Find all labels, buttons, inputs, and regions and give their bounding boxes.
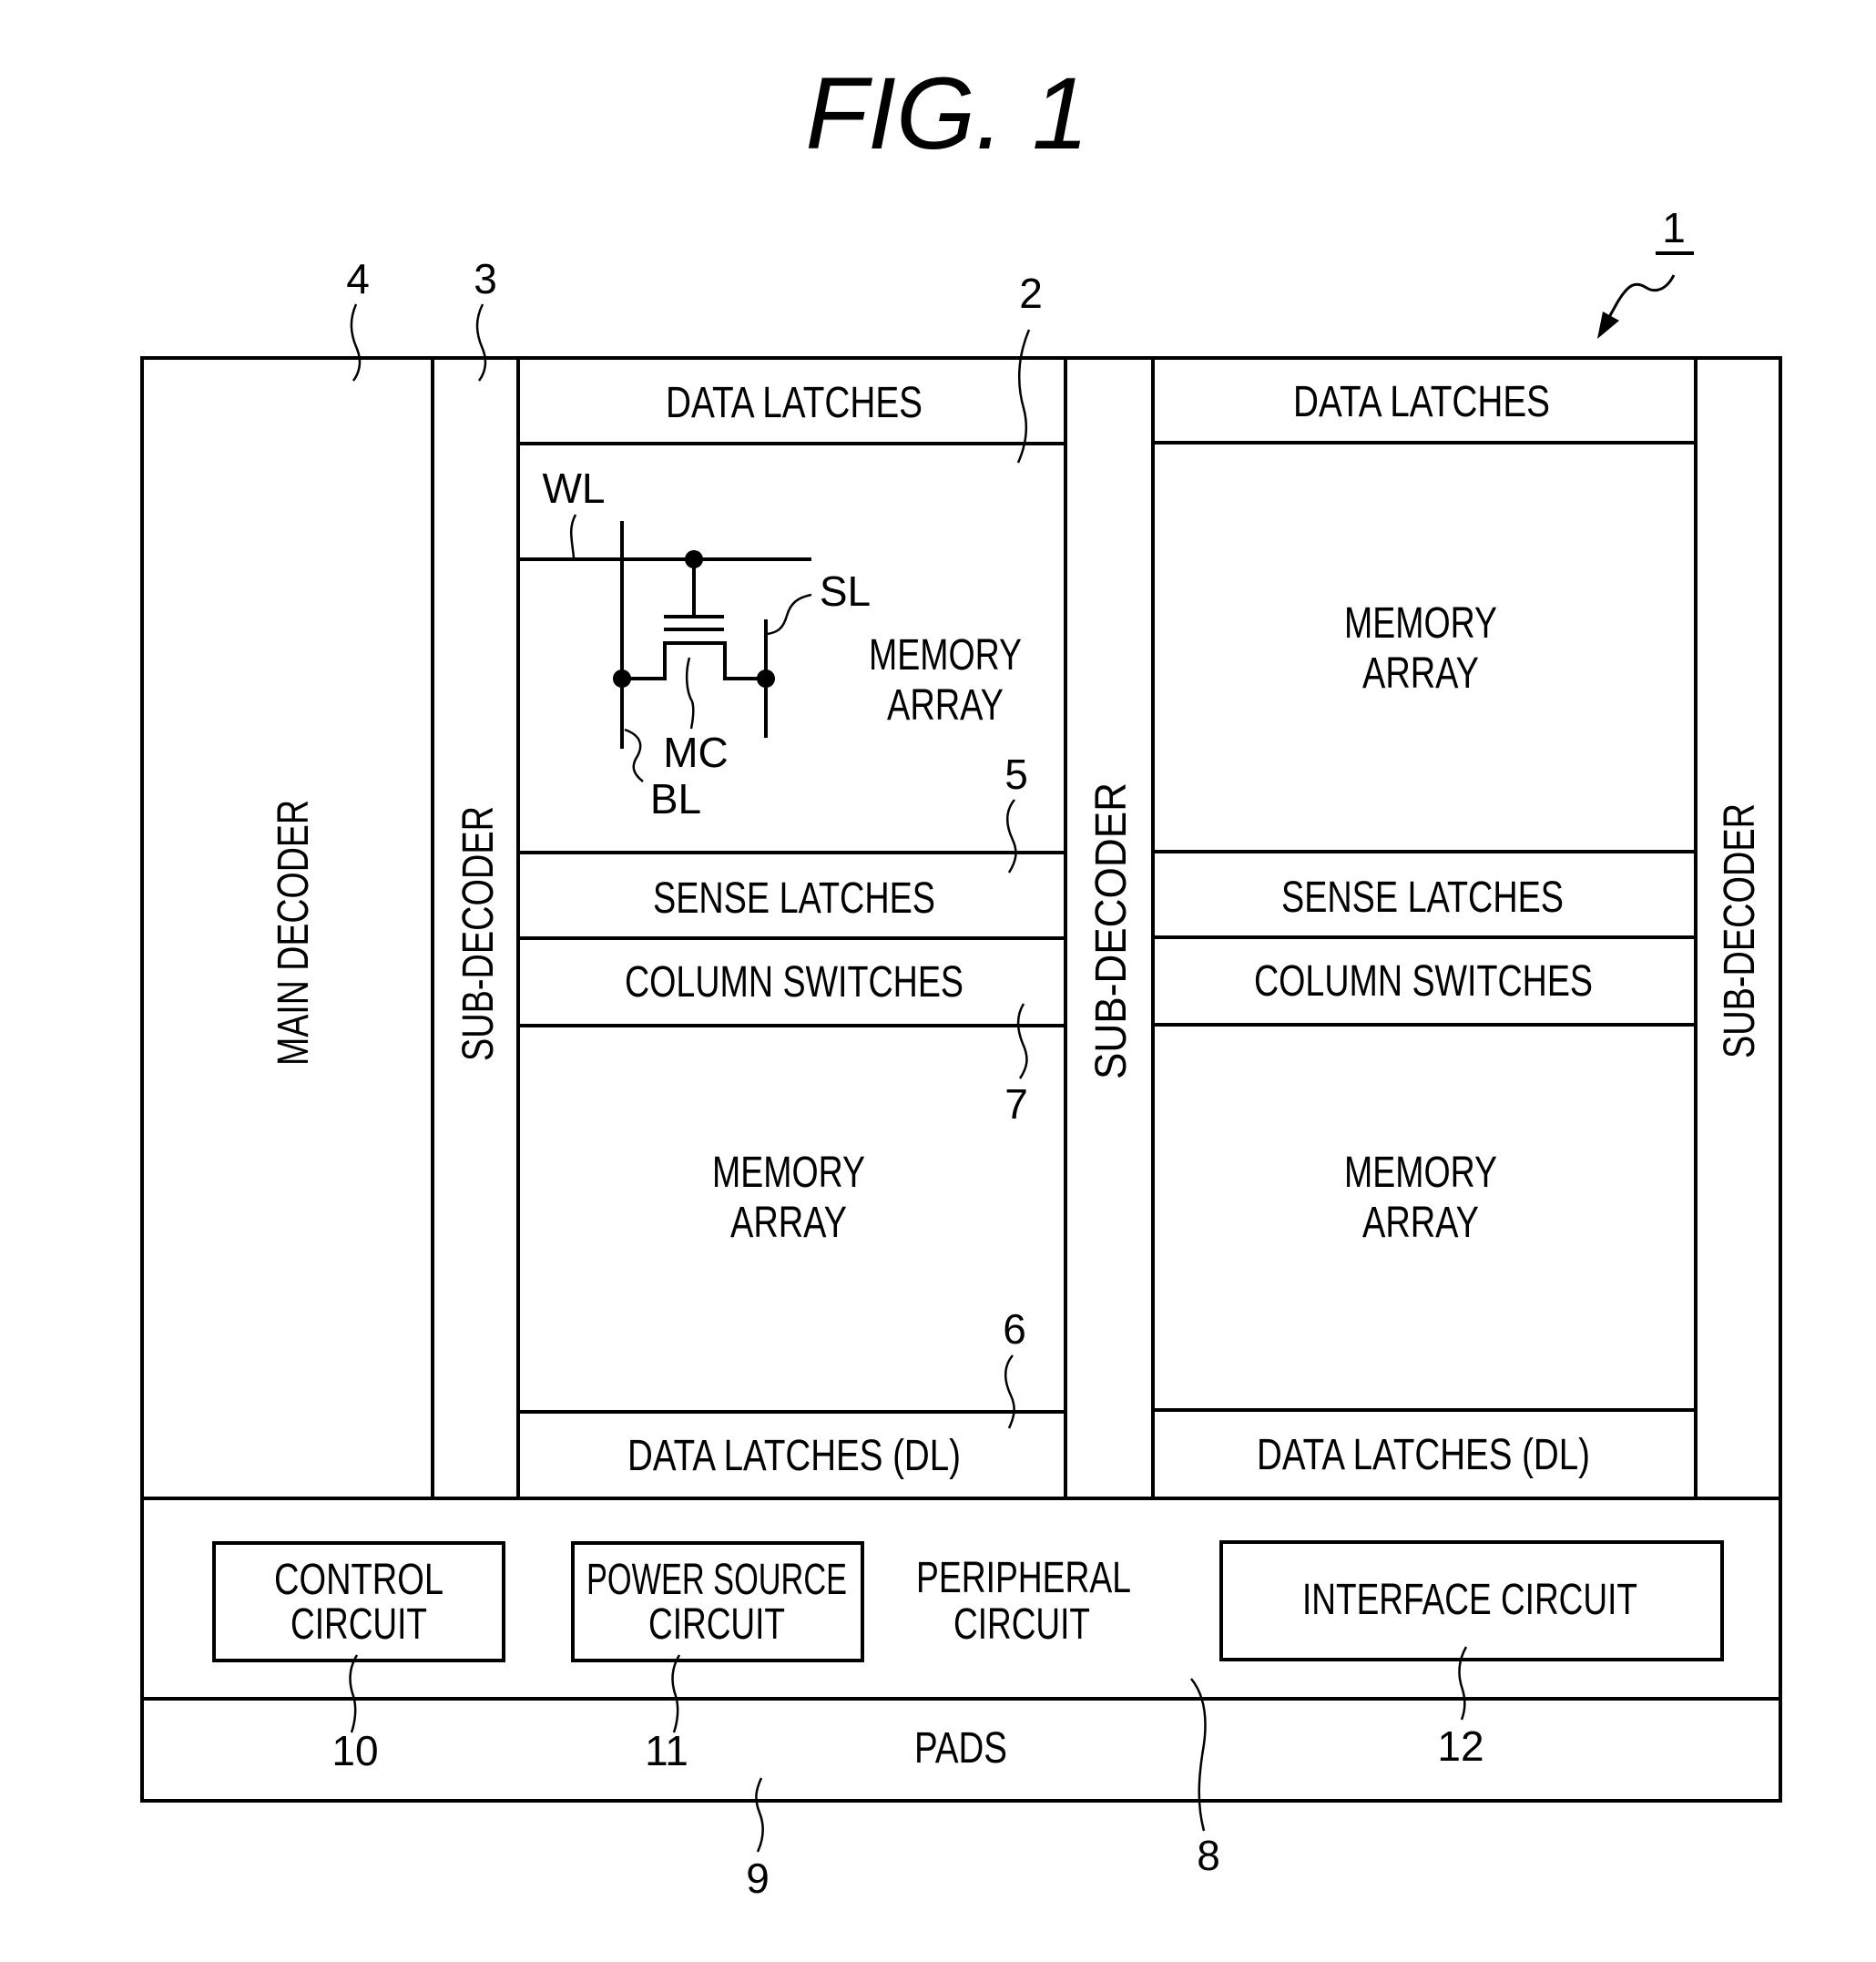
right-data-latches-top-label: DATA LATCHES — [1293, 378, 1550, 426]
ref-power-source-11: 11 — [645, 1727, 688, 1774]
ref-column-switches-7: 7 — [1004, 1080, 1028, 1128]
ref-3-leader — [475, 303, 487, 382]
right-data-latches-dl-label: DATA LATCHES (DL) — [1257, 1431, 1590, 1479]
device-ref-label: 1 — [1662, 204, 1686, 251]
left-memory-array-top-label-line1: MEMORY — [869, 631, 1022, 680]
main-decoder-label: MAIN DECODER — [270, 800, 318, 1066]
left-data-latches-dl-label: DATA LATCHES (DL) — [627, 1432, 961, 1480]
figure-canvas: FIG. 1 1 MAIN DECODER SUB-DECODER SUB-DE… — [140, 56, 1782, 1902]
right-sense-latches-label: SENSE LATCHES — [1281, 874, 1564, 922]
left-column-switches-label: COLUMN SWITCHES — [625, 958, 963, 1007]
left-memory-array-bottom-label-line1: MEMORY — [712, 1149, 865, 1197]
bit-line-node-dot — [613, 669, 631, 688]
ref-11-leader — [671, 1654, 681, 1733]
memory-cell-schematic: WL SL MC BL — [518, 465, 871, 823]
figure-title: FIG. 1 — [805, 56, 1088, 170]
ref-data-latches-dl-6: 6 — [1003, 1305, 1026, 1353]
control-circuit-label-line2: CIRCUIT — [291, 1600, 427, 1649]
ref-sub-decoder-3: 3 — [474, 255, 497, 302]
source-line-label: SL — [820, 567, 871, 615]
sub-decoder-middle-block: SUB-DECODER — [1087, 782, 1136, 1079]
bit-line-leader — [624, 728, 644, 782]
ref-4-leader — [350, 303, 362, 382]
ref-peripheral-circuit-8: 8 — [1197, 1832, 1220, 1879]
ref-7-leader — [1016, 1003, 1028, 1079]
ref-5-leader — [1006, 799, 1017, 874]
transistor-channel — [622, 641, 766, 680]
sub-decoder-right-label: SUB-DECODER — [1716, 803, 1764, 1058]
ref-9-leader — [755, 1777, 764, 1853]
sub-decoder-left-label: SUB-DECODER — [454, 806, 503, 1061]
sub-decoder-left-block: SUB-DECODER — [454, 806, 503, 1061]
ref-interface-circuit-12: 12 — [1437, 1722, 1483, 1770]
main-decoder-block: MAIN DECODER — [270, 800, 318, 1066]
right-column-switches-label: COLUMN SWITCHES — [1254, 957, 1593, 1006]
word-line-label: WL — [543, 465, 606, 512]
device-ref-callout: 1 — [1597, 204, 1694, 339]
memory-cell-leader — [685, 657, 695, 730]
sub-decoder-middle-label: SUB-DECODER — [1087, 782, 1136, 1079]
ref-sense-latches-5: 5 — [1004, 751, 1028, 798]
memory-cell-label: MC — [663, 729, 729, 776]
ref-memory-array-2: 2 — [1019, 270, 1043, 317]
device-ref-arrowhead-icon — [1597, 312, 1619, 339]
ref-10-leader — [349, 1654, 359, 1733]
device-ref-arrow-line — [1606, 274, 1676, 320]
control-circuit-label-line1: CONTROL — [274, 1556, 444, 1604]
right-memory-array-bottom-label-line2: ARRAY — [1362, 1199, 1479, 1247]
sub-decoder-right-block: SUB-DECODER — [1716, 803, 1764, 1058]
peripheral-circuit-label-line1: PERIPHERAL — [916, 1554, 1131, 1602]
peripheral-circuit-label-line2: CIRCUIT — [953, 1600, 1090, 1649]
ref-main-decoder-4: 4 — [346, 255, 370, 302]
right-memory-array-bottom-label-line1: MEMORY — [1344, 1149, 1497, 1197]
ref-control-circuit-10: 10 — [331, 1727, 378, 1774]
interface-circuit-label: INTERFACE CIRCUIT — [1302, 1576, 1637, 1624]
word-line-leader — [570, 514, 577, 558]
right-memory-array-top-label-line2: ARRAY — [1362, 649, 1479, 698]
ref-6-leader — [1004, 1354, 1015, 1429]
right-memory-array-top-label-line1: MEMORY — [1344, 599, 1497, 648]
pads-label: PADS — [914, 1724, 1007, 1773]
power-source-circuit-label-line1: POWER SOURCE — [586, 1556, 847, 1604]
ref-8-leader — [1190, 1678, 1207, 1832]
power-source-circuit-label-line2: CIRCUIT — [648, 1600, 785, 1649]
bit-line-label: BL — [650, 775, 701, 823]
ref-pads-9: 9 — [746, 1855, 770, 1902]
left-memory-array-bottom-label-line2: ARRAY — [730, 1199, 847, 1247]
source-line-leader — [767, 593, 812, 636]
left-data-latches-top-label: DATA LATCHES — [666, 379, 923, 427]
source-line-node-dot — [757, 669, 775, 688]
left-sense-latches-label: SENSE LATCHES — [653, 874, 935, 923]
left-memory-array-top-label-line2: ARRAY — [887, 681, 1004, 730]
